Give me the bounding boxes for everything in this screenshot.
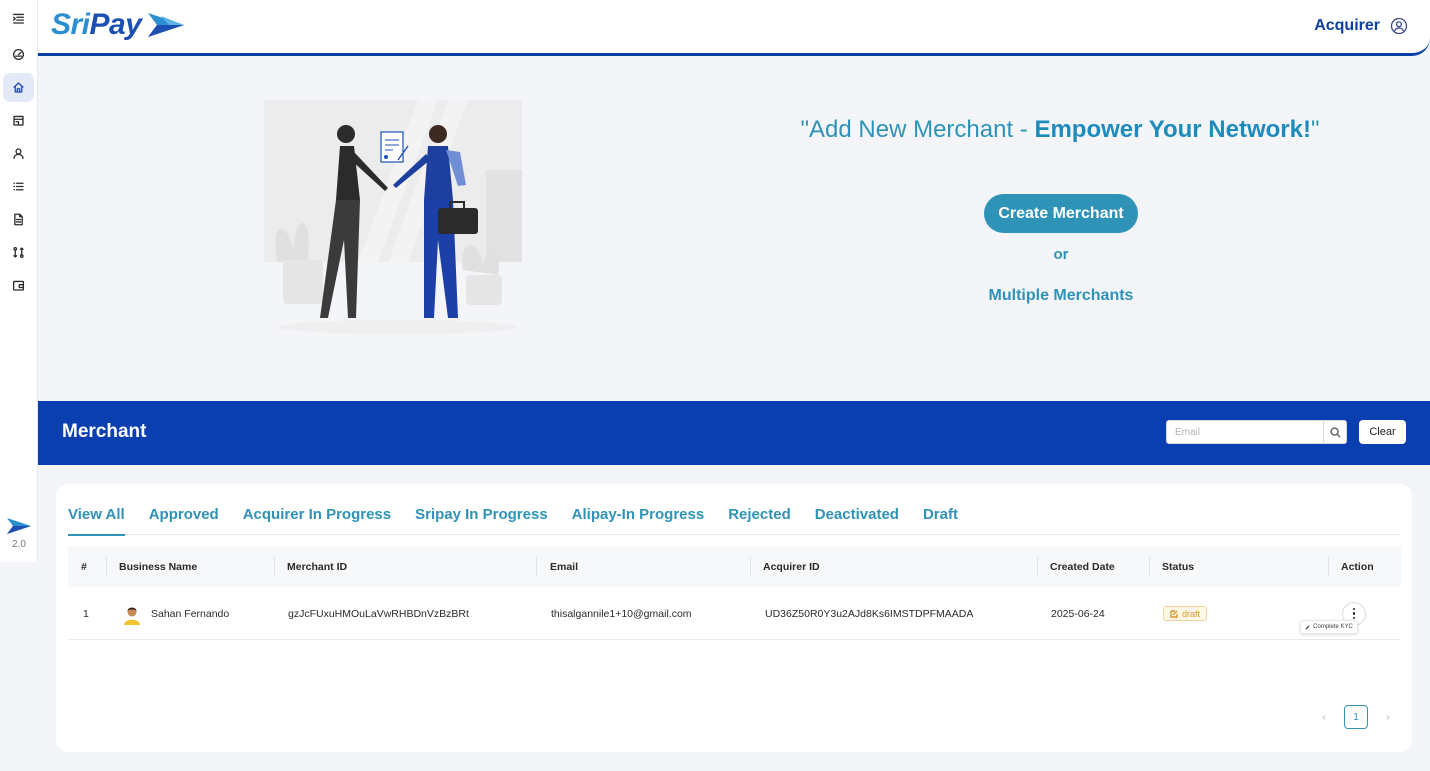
tab-approved[interactable]: Approved bbox=[149, 505, 219, 535]
brand-name-part2: Pay bbox=[89, 8, 142, 41]
user-role-label: Acquirer bbox=[1314, 17, 1380, 34]
complete-kyc-label: Complete KYC bbox=[1313, 624, 1353, 630]
tab-sripay-in-progress[interactable]: Sripay In Progress bbox=[415, 505, 548, 535]
status-cell: draft bbox=[1163, 587, 1208, 640]
hero-title-prefix: "Add New Merchant - bbox=[800, 116, 1035, 143]
app-version: 2.0 bbox=[12, 539, 26, 550]
column-divider bbox=[750, 557, 751, 576]
column-header-status: Status bbox=[1162, 560, 1195, 573]
column-divider bbox=[536, 557, 537, 576]
multiple-merchants-link[interactable]: Multiple Merchants bbox=[960, 287, 1162, 305]
created-date-cell: 2025-06-24 bbox=[1051, 607, 1105, 620]
search-button[interactable] bbox=[1323, 421, 1346, 443]
merchant-section-title: Merchant bbox=[62, 421, 147, 442]
column-header-index: # bbox=[81, 560, 87, 573]
sripay-logo[interactable]: Sri Pay bbox=[51, 8, 187, 42]
tab-rejected[interactable]: Rejected bbox=[728, 505, 791, 535]
hero-title-bold: Empower Your Network! bbox=[1034, 116, 1311, 143]
edit-icon bbox=[1305, 624, 1310, 630]
user-menu[interactable]: Acquirer bbox=[1314, 17, 1408, 35]
complete-kyc-menu-item[interactable]: Complete KYC bbox=[1300, 620, 1358, 634]
store-icon[interactable] bbox=[3, 106, 34, 135]
user-circle-icon[interactable] bbox=[1390, 17, 1408, 35]
merchant-table: # Business Name Merchant ID Email Acquir… bbox=[68, 546, 1401, 640]
create-merchant-button[interactable]: Create Merchant bbox=[984, 194, 1138, 233]
menu-icon[interactable] bbox=[3, 4, 34, 33]
search-icon bbox=[1329, 426, 1341, 438]
list-icon[interactable] bbox=[3, 172, 34, 201]
column-header-acquirer-id: Acquirer ID bbox=[763, 560, 820, 573]
avatar bbox=[121, 602, 143, 625]
tab-draft[interactable]: Draft bbox=[923, 505, 958, 535]
transfer-icon[interactable] bbox=[3, 238, 34, 267]
table-row[interactable]: 1 Sahan Fernando gzJcFUxuHMOuLaVwRHBDnVz… bbox=[68, 587, 1401, 640]
column-header-business-name: Business Name bbox=[119, 560, 198, 573]
clear-button[interactable]: Clear bbox=[1359, 420, 1406, 444]
brand-name-part1: Sri bbox=[51, 8, 90, 41]
merchant-id-cell: gzJcFUxuHMOuLaVwRHBDnVzBzBRt bbox=[288, 607, 469, 620]
column-divider bbox=[1037, 557, 1038, 576]
email-search bbox=[1166, 420, 1347, 444]
brand-arrow-icon bbox=[148, 13, 185, 37]
home-icon[interactable] bbox=[3, 73, 34, 102]
column-header-merchant-id: Merchant ID bbox=[287, 560, 348, 573]
more-vertical-icon bbox=[1352, 607, 1356, 621]
wallet-icon[interactable] bbox=[3, 271, 34, 300]
acquirer-id-cell: UD36Z50R0Y3u2AJd8Ks6IMSTDPFMAADA bbox=[765, 607, 974, 620]
next-page-button[interactable]: › bbox=[1382, 710, 1394, 724]
sripay-mini-logo-icon bbox=[7, 518, 31, 534]
column-divider bbox=[1149, 557, 1150, 576]
edit-icon bbox=[1170, 609, 1178, 618]
handshake-illustration bbox=[264, 100, 522, 334]
column-divider bbox=[106, 557, 107, 576]
email-search-input[interactable] bbox=[1167, 421, 1323, 443]
tab-view-all[interactable]: View All bbox=[68, 505, 125, 536]
user-icon[interactable] bbox=[3, 139, 34, 168]
tab-acquirer-in-progress[interactable]: Acquirer In Progress bbox=[243, 505, 391, 535]
row-index: 1 bbox=[83, 607, 89, 620]
top-header: Sri Pay Acquirer bbox=[38, 0, 1430, 56]
sidebar: 2.0 bbox=[0, 0, 38, 562]
page-1-button[interactable]: 1 bbox=[1344, 705, 1368, 729]
business-name: Sahan Fernando bbox=[151, 607, 230, 620]
tab-deactivated[interactable]: Deactivated bbox=[815, 505, 899, 535]
column-divider bbox=[1328, 557, 1329, 576]
status-badge-label: draft bbox=[1182, 608, 1201, 619]
column-divider bbox=[274, 557, 275, 576]
document-icon[interactable] bbox=[3, 205, 34, 234]
status-tabs: View All Approved Acquirer In Progress S… bbox=[68, 505, 1401, 536]
business-name-cell: Sahan Fernando bbox=[121, 587, 229, 640]
dashboard-icon[interactable] bbox=[3, 40, 34, 69]
hero-title: "Add New Merchant - Empower Your Network… bbox=[720, 116, 1400, 144]
hero-title-suffix: " bbox=[1310, 116, 1320, 143]
or-separator: or bbox=[1053, 246, 1069, 263]
status-badge: draft bbox=[1163, 606, 1208, 621]
merchant-table-card: View All Approved Acquirer In Progress S… bbox=[56, 484, 1412, 752]
prev-page-button[interactable]: ‹ bbox=[1318, 710, 1330, 724]
tab-alipay-in-progress[interactable]: Alipay-In Progress bbox=[572, 505, 705, 535]
column-header-action: Action bbox=[1341, 560, 1374, 573]
table-header: # Business Name Merchant ID Email Acquir… bbox=[68, 546, 1401, 587]
column-header-email: Email bbox=[550, 560, 579, 573]
pagination: ‹ 1 › bbox=[1318, 705, 1394, 729]
column-header-created-date: Created Date bbox=[1050, 560, 1115, 573]
email-cell: thisalgannile1+10@gmail.com bbox=[551, 607, 692, 620]
merchant-header-band: Merchant Clear bbox=[38, 401, 1430, 465]
